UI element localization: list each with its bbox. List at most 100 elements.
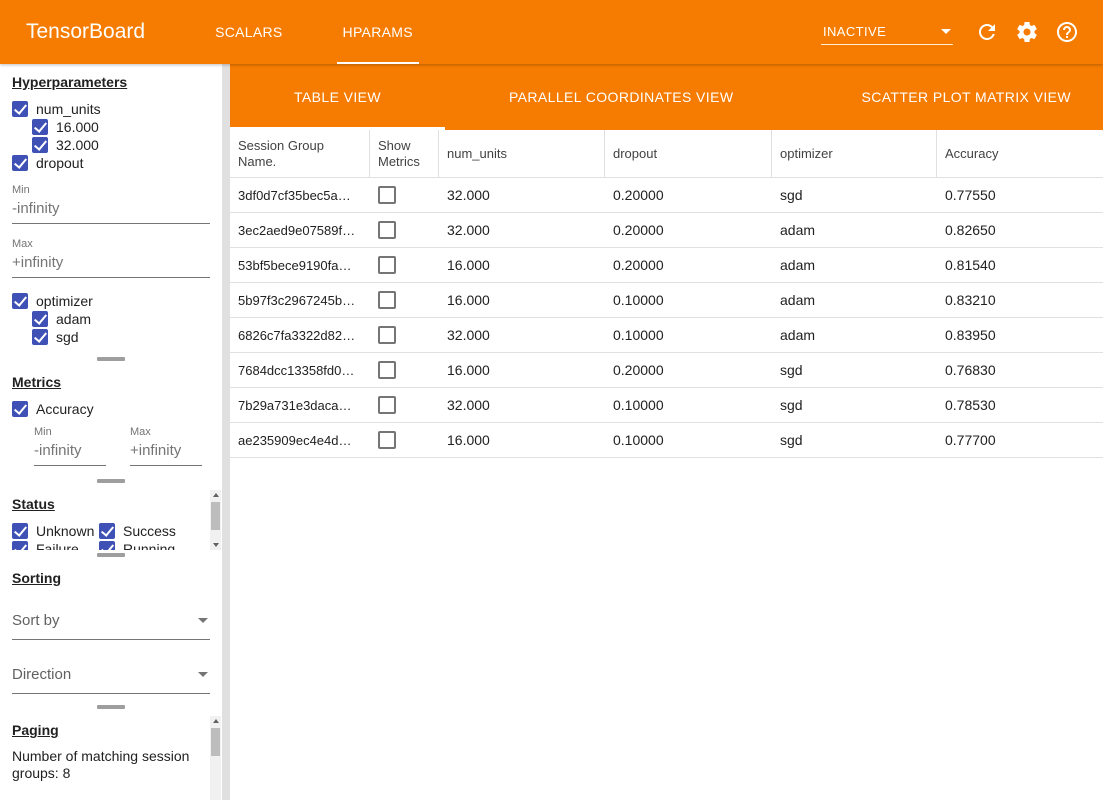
accuracy-checkbox[interactable] (12, 401, 28, 417)
scrollbar-thumb[interactable] (211, 502, 220, 530)
sort-by-dropdown[interactable]: Sort by (12, 612, 210, 640)
app-title: TensorBoard (26, 20, 145, 44)
session-group-name-cell: 53bf5bece9190fa… (230, 258, 370, 273)
column-header-dropout[interactable]: dropout (605, 130, 772, 177)
sidebar-main-divider (222, 64, 230, 800)
status-scrollbar[interactable] (210, 490, 221, 550)
accuracy-max-field: Max (130, 426, 202, 466)
paging-heading: Paging (12, 722, 202, 738)
tab-hparams[interactable]: HPARAMS (313, 0, 443, 64)
show-metrics-checkbox[interactable] (378, 396, 396, 414)
table-row: 53bf5bece9190fa… 16.000 0.20000 adam 0.8… (230, 248, 1103, 283)
status-success-checkbox[interactable] (99, 523, 115, 539)
optimizer-cell: sgd (772, 397, 937, 413)
show-metrics-checkbox[interactable] (378, 186, 396, 204)
tab-scatter-plot-matrix-view[interactable]: SCATTER PLOT MATRIX VIEW (797, 64, 1103, 130)
accuracy-max-input[interactable] (130, 441, 202, 466)
table-row: 6826c7fa3322d82… 32.000 0.10000 adam 0.8… (230, 318, 1103, 353)
tab-scatter-plot-matrix-view-label: SCATTER PLOT MATRIX VIEW (861, 89, 1071, 105)
sorting-section: Sorting Sort by Direction (0, 560, 222, 702)
accuracy-cell: 0.77550 (937, 187, 1103, 203)
pane-splitter (0, 702, 222, 712)
optimizer-sgd-label: sgd (56, 329, 79, 345)
accuracy-cell: 0.83210 (937, 292, 1103, 308)
tab-parallel-coordinates-view-label: PARALLEL COORDINATES VIEW (509, 89, 733, 105)
status-unknown-checkbox[interactable] (12, 523, 28, 539)
optimizer-cell: sgd (772, 362, 937, 378)
accuracy-cell: 0.78530 (937, 397, 1103, 413)
show-metrics-checkbox[interactable] (378, 256, 396, 274)
scrollbar-down-arrow[interactable] (210, 540, 221, 550)
accuracy-min-field: Min (34, 426, 106, 466)
dropout-min-input[interactable] (12, 199, 210, 224)
session-group-name-cell: 6826c7fa3322d82… (230, 328, 370, 343)
dropout-max-field: Max (12, 238, 210, 278)
num-units-cell: 32.000 (439, 397, 605, 413)
optimizer-sgd-checkbox[interactable] (32, 329, 48, 345)
gear-icon[interactable] (1015, 20, 1039, 44)
dropout-min-label: Min (12, 184, 210, 196)
show-metrics-cell (370, 326, 439, 344)
show-metrics-checkbox[interactable] (378, 326, 396, 344)
column-header-accuracy[interactable]: Accuracy (937, 130, 1103, 177)
dropout-max-input[interactable] (12, 253, 210, 278)
splitter-grip[interactable] (97, 705, 125, 709)
reload-interval-select[interactable]: INACTIVE (821, 20, 953, 45)
num-units-16-checkbox[interactable] (32, 119, 48, 135)
optimizer-value-row: adam (32, 310, 210, 328)
dropout-cell: 0.20000 (605, 187, 772, 203)
optimizer-adam-checkbox[interactable] (32, 311, 48, 327)
refresh-icon[interactable] (975, 20, 999, 44)
accuracy-min-input[interactable] (34, 441, 106, 466)
optimizer-checkbox[interactable] (12, 293, 28, 309)
column-header-session-group-name[interactable]: Session Group Name. (230, 130, 370, 177)
num-units-cell: 32.000 (439, 187, 605, 203)
num-units-checkbox[interactable] (12, 101, 28, 117)
accuracy-cell: 0.77700 (937, 432, 1103, 448)
show-metrics-checkbox[interactable] (378, 431, 396, 449)
tab-table-view[interactable]: TABLE VIEW (230, 64, 445, 130)
num-units-cell: 16.000 (439, 362, 605, 378)
help-icon[interactable] (1055, 20, 1079, 44)
show-metrics-checkbox[interactable] (378, 221, 396, 239)
hyperparameters-section: Hyperparameters num_units 16.000 32.000 … (0, 64, 222, 354)
status-heading: Status (12, 496, 202, 512)
splitter-grip[interactable] (97, 357, 125, 361)
pane-splitter (0, 476, 222, 486)
splitter-grip[interactable] (97, 479, 125, 483)
tab-parallel-coordinates-view[interactable]: PARALLEL COORDINATES VIEW (445, 64, 797, 130)
matching-session-groups-text: Number of matching session groups: 8 (12, 748, 196, 782)
direction-dropdown[interactable]: Direction (12, 666, 210, 694)
column-header-optimizer[interactable]: optimizer (772, 130, 937, 177)
show-metrics-checkbox[interactable] (378, 361, 396, 379)
show-metrics-checkbox[interactable] (378, 291, 396, 309)
optimizer-value-row: sgd (32, 328, 210, 346)
status-running-checkbox[interactable] (99, 541, 115, 550)
column-header-num-units[interactable]: num_units (439, 130, 605, 177)
dropout-cell: 0.10000 (605, 292, 772, 308)
num-units-32-checkbox[interactable] (32, 137, 48, 153)
status-failure-checkbox[interactable] (12, 541, 28, 550)
chevron-down-icon (941, 29, 951, 34)
dropout-cell: 0.10000 (605, 327, 772, 343)
scrollbar-thumb[interactable] (211, 728, 220, 756)
paging-scrollbar[interactable] (210, 716, 221, 800)
dropout-checkbox[interactable] (12, 155, 28, 171)
accuracy-label: Accuracy (36, 401, 94, 417)
splitter-grip[interactable] (97, 553, 125, 557)
num-units-value-row: 16.000 (32, 118, 210, 136)
chevron-down-icon (198, 618, 208, 623)
scrollbar-up-arrow[interactable] (210, 716, 221, 726)
hyperparameters-heading: Hyperparameters (12, 74, 210, 90)
session-group-name-cell: 5b97f3c2967245b… (230, 293, 370, 308)
column-header-show-metrics[interactable]: Show Metrics (370, 130, 439, 177)
num-units-cell: 16.000 (439, 432, 605, 448)
scrollbar-up-arrow[interactable] (210, 490, 221, 500)
tab-scalars[interactable]: SCALARS (185, 0, 312, 64)
metrics-heading: Metrics (12, 374, 210, 390)
sorting-heading: Sorting (12, 570, 210, 586)
session-group-name-cell: 7b29a731e3daca… (230, 398, 370, 413)
num-units-label: num_units (36, 101, 101, 117)
num-units-value-row: 32.000 (32, 136, 210, 154)
dropout-cell: 0.10000 (605, 432, 772, 448)
